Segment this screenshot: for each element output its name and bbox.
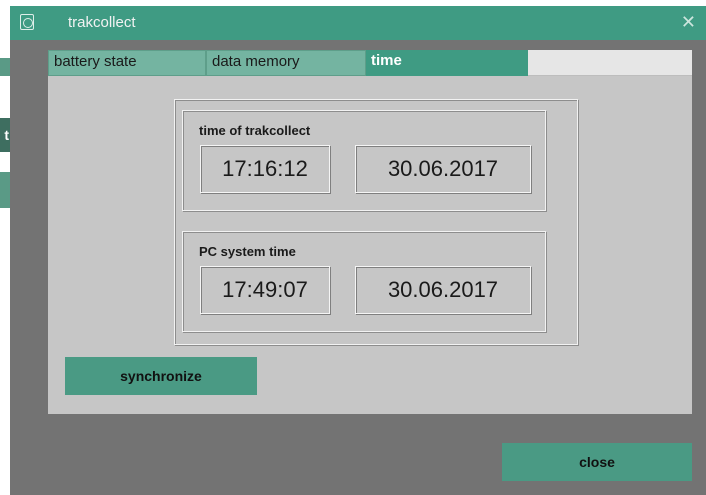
device-date-field: 30.06.2017 <box>355 145 531 193</box>
device-time-group: time of trakcollect 17:16:12 30.06.2017 <box>182 110 546 211</box>
app-icon <box>20 14 34 30</box>
tab-bar: battery state data memory time <box>48 50 692 76</box>
device-time-label: time of trakcollect <box>199 123 311 138</box>
window-title: trakcollect <box>68 14 136 31</box>
title-bar[interactable]: trakcollect ✕ <box>10 6 706 40</box>
background-strip <box>0 172 10 208</box>
tab-battery-state[interactable]: battery state <box>48 50 206 76</box>
device-time-field: 17:16:12 <box>200 145 330 193</box>
pc-time-field: 17:49:07 <box>200 266 330 314</box>
tab-bar-filler <box>528 50 692 76</box>
background-partial-label: t <box>0 118 10 152</box>
close-icon[interactable]: ✕ <box>681 12 696 33</box>
pc-time-group: PC system time 17:49:07 30.06.2017 <box>182 231 546 332</box>
pc-time-label: PC system time <box>199 244 296 259</box>
tab-data-memory[interactable]: data memory <box>206 50 366 76</box>
pc-date-field: 30.06.2017 <box>355 266 531 314</box>
synchronize-button[interactable]: synchronize <box>65 357 257 395</box>
main-panel: battery state data memory time time of t… <box>48 50 692 414</box>
trakcollect-dialog: trakcollect ✕ battery state data memory … <box>10 6 706 495</box>
tab-time[interactable]: time <box>366 50 528 76</box>
close-button[interactable]: close <box>502 443 692 481</box>
background-strip <box>0 58 10 76</box>
